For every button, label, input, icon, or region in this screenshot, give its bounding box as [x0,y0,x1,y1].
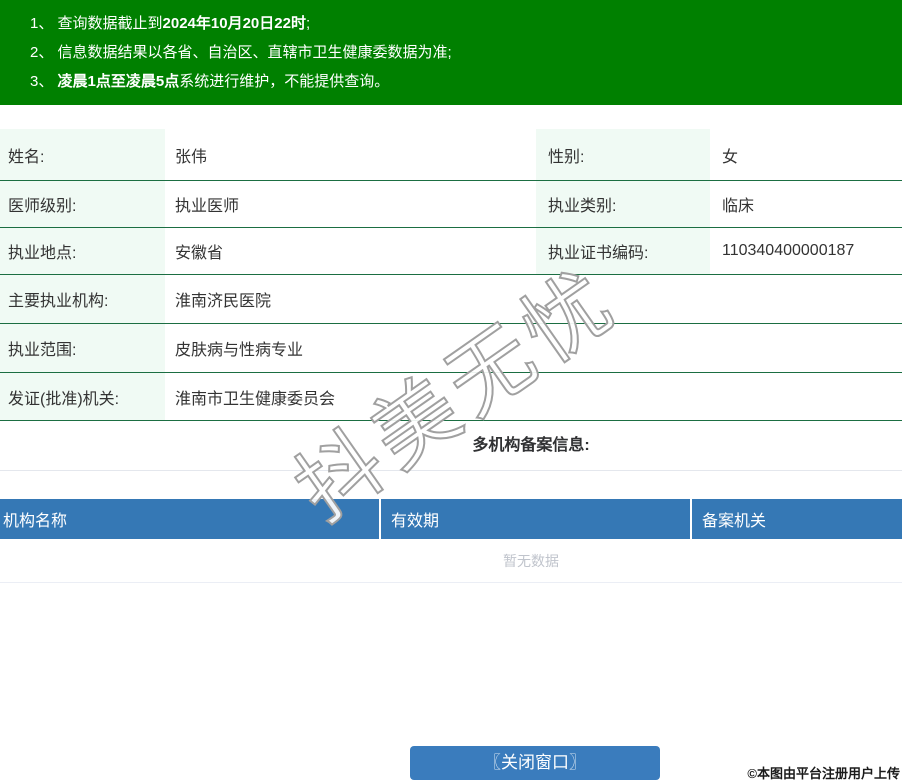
backup-table-header: 机构名称 有效期 备案机关 [0,499,902,539]
column-header-institution-name: 机构名称 [0,499,379,539]
info-row-location-certificate: 执业地点: 安徽省 执业证书编码: 110340400000187 [0,228,902,275]
info-row-issuing-authority: 发证(批准)机关: 淮南市卫生健康委员会 [0,373,902,421]
info-row-name-gender: 姓名: 张伟 性别: 女 [0,129,902,181]
notice-line-3: 3、 凌晨1点至凌晨5点系统进行维护，不能提供查询。 [30,67,902,96]
practice-scope-value: 皮肤病与性病专业 [175,342,304,359]
practice-scope-label: 执业范围: [0,324,165,372]
info-row-practice-scope: 执业范围: 皮肤病与性病专业 [0,324,902,373]
backup-table-empty-state: 暂无数据 [0,539,902,583]
notice-2-text: 2、 信息数据结果以各省、自治区、直辖市卫生健康委数据为准; [30,44,452,61]
practice-location-value: 安徽省 [175,245,224,262]
name-value: 张伟 [175,148,208,166]
notice-3-bold: 凌晨1点至凌晨5点 [57,73,180,90]
column-header-validity-period: 有效期 [381,499,690,539]
issuing-authority-label: 发证(批准)机关: [0,373,165,420]
certificate-number-value: 110340400000187 [722,242,855,259]
physician-query-result-page: 1、 查询数据截止到2024年10月20日22时; 2、 信息数据结果以各省、自… [0,0,902,783]
info-row-level-category: 医师级别: 执业医师 执业类别: 临床 [0,181,902,228]
notice-3-text: 3、 [30,73,58,90]
gender-value: 女 [722,148,739,166]
notice-1-bold: 2024年10月20日22时 [162,15,306,32]
physician-level-value: 执业医师 [175,198,240,215]
gender-label: 性别: [536,129,710,180]
main-institution-value: 淮南济民医院 [175,293,272,310]
notice-line-2: 2、 信息数据结果以各省、自治区、直辖市卫生健康委数据为准; [30,38,902,67]
certificate-number-label: 执业证书编码: [536,228,710,274]
practice-location-label: 执业地点: [0,228,165,274]
backup-section-title: 多机构备案信息: [0,421,902,471]
notice-1-tail: ; [305,15,311,32]
notice-1-text: 1、 查询数据截止到 [30,15,163,32]
practice-category-label: 执业类别: [536,181,710,227]
column-header-backup-authority: 备案机关 [692,499,902,539]
name-label: 姓名: [0,129,165,180]
main-institution-label: 主要执业机构: [0,275,165,323]
notice-3-tail: 系统进行维护，不能提供查询。 [179,73,390,90]
notice-banner: 1、 查询数据截止到2024年10月20日22时; 2、 信息数据结果以各省、自… [0,0,902,105]
issuing-authority-value: 淮南市卫生健康委员会 [175,390,336,408]
practice-category-value: 临床 [722,198,755,215]
physician-level-label: 医师级别: [0,181,165,227]
notice-line-1: 1、 查询数据截止到2024年10月20日22时; [30,9,902,38]
info-row-main-institution: 主要执业机构: 淮南济民医院 [0,275,902,324]
close-window-button[interactable]: 〖关闭窗口〗 [410,746,660,780]
physician-info-table: 姓名: 张伟 性别: 女 医师级别: 执业医师 执业类别: 临床 执业地点: 安… [0,129,902,421]
credit-watermark-text: ©本图由平台注册用户上传 [747,766,900,781]
